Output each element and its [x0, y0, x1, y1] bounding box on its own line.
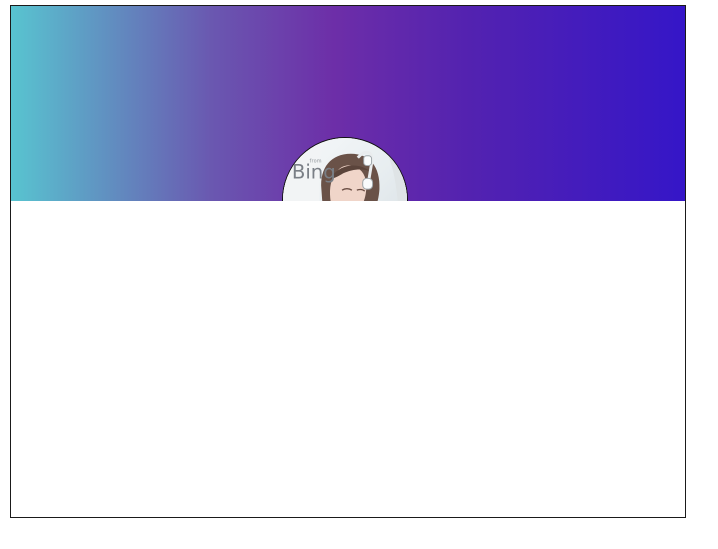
profile-card: from Bing	[10, 5, 686, 518]
avatar-image-text: Bing	[292, 160, 336, 183]
profile-content-area	[11, 201, 685, 517]
